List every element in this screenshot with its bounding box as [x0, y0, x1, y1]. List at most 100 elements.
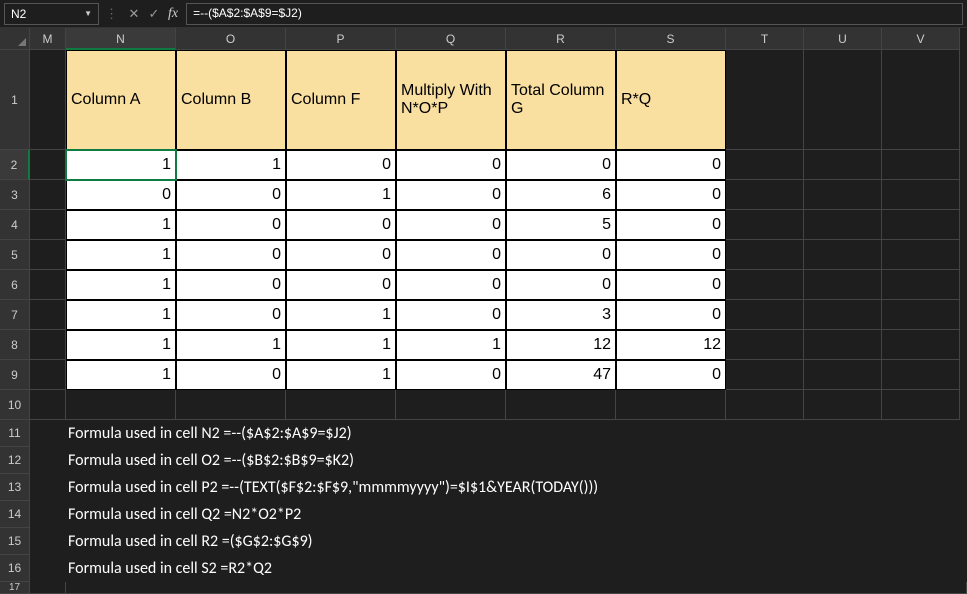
cell-T7[interactable] — [726, 300, 804, 330]
cell-M3[interactable] — [30, 180, 66, 210]
cell-O9[interactable]: 0 — [176, 360, 286, 390]
cell-P3[interactable]: 1 — [286, 180, 396, 210]
cell-N16[interactable]: Formula used in cell S2 =R2*Q2 — [66, 555, 967, 582]
cell-N12[interactable]: Formula used in cell O2 =--($B$2:$B$9=$K… — [66, 447, 967, 474]
cell-S1[interactable]: R*Q — [616, 50, 726, 150]
row-header-11[interactable]: 11 — [0, 420, 30, 447]
cell-S10[interactable] — [616, 390, 726, 420]
row-header-1[interactable]: 1 — [0, 50, 30, 150]
cell-M4[interactable] — [30, 210, 66, 240]
cell-O1[interactable]: Column B — [176, 50, 286, 150]
cell-O2[interactable]: 1 — [176, 150, 286, 180]
cell-S4[interactable]: 0 — [616, 210, 726, 240]
cell-V4[interactable] — [882, 210, 960, 240]
cell-U6[interactable] — [804, 270, 882, 300]
cell-S7[interactable]: 0 — [616, 300, 726, 330]
cell-T4[interactable] — [726, 210, 804, 240]
cell-U5[interactable] — [804, 240, 882, 270]
row-header-7[interactable]: 7 — [0, 300, 30, 330]
name-box[interactable]: N2 ▼ — [4, 3, 99, 25]
cell-M14[interactable] — [30, 501, 66, 528]
cell-N17[interactable] — [66, 582, 967, 594]
cell-U10[interactable] — [804, 390, 882, 420]
row-header-13[interactable]: 13 — [0, 474, 30, 501]
col-header-R[interactable]: R — [506, 28, 616, 50]
col-header-U[interactable]: U — [804, 28, 882, 50]
row-header-6[interactable]: 6 — [0, 270, 30, 300]
cell-U1[interactable] — [804, 50, 882, 150]
cell-T2[interactable] — [726, 150, 804, 180]
cell-R8[interactable]: 12 — [506, 330, 616, 360]
cell-N10[interactable] — [66, 390, 176, 420]
cell-R1[interactable]: Total Column G — [506, 50, 616, 150]
cell-N4[interactable]: 1 — [66, 210, 176, 240]
cell-O10[interactable] — [176, 390, 286, 420]
cell-R2[interactable]: 0 — [506, 150, 616, 180]
cell-M11[interactable] — [30, 420, 66, 447]
row-header-8[interactable]: 8 — [0, 330, 30, 360]
row-header-15[interactable]: 15 — [0, 528, 30, 555]
cell-T9[interactable] — [726, 360, 804, 390]
cell-P7[interactable]: 1 — [286, 300, 396, 330]
cell-R5[interactable]: 0 — [506, 240, 616, 270]
cell-U7[interactable] — [804, 300, 882, 330]
cell-V5[interactable] — [882, 240, 960, 270]
cell-P8[interactable]: 1 — [286, 330, 396, 360]
cell-O8[interactable]: 1 — [176, 330, 286, 360]
cell-V10[interactable] — [882, 390, 960, 420]
cell-O6[interactable]: 0 — [176, 270, 286, 300]
row-header-17[interactable]: 17 — [0, 582, 30, 594]
cell-M9[interactable] — [30, 360, 66, 390]
cancel-formula-button[interactable]: ✕ — [124, 6, 144, 22]
cell-U4[interactable] — [804, 210, 882, 240]
cell-T1[interactable] — [726, 50, 804, 150]
cell-P9[interactable]: 1 — [286, 360, 396, 390]
cell-N15[interactable]: Formula used in cell R2 =($G$2:$G$9) — [66, 528, 967, 555]
row-header-14[interactable]: 14 — [0, 501, 30, 528]
cell-Q7[interactable]: 0 — [396, 300, 506, 330]
cell-Q10[interactable] — [396, 390, 506, 420]
cell-M2[interactable] — [30, 150, 66, 180]
cell-Q6[interactable]: 0 — [396, 270, 506, 300]
cell-U8[interactable] — [804, 330, 882, 360]
cell-S5[interactable]: 0 — [616, 240, 726, 270]
row-header-12[interactable]: 12 — [0, 447, 30, 474]
cell-Q5[interactable]: 0 — [396, 240, 506, 270]
cell-M15[interactable] — [30, 528, 66, 555]
cell-S9[interactable]: 0 — [616, 360, 726, 390]
formula-input[interactable]: =--($A$2:$A$9=$J2) — [186, 3, 963, 25]
cell-T3[interactable] — [726, 180, 804, 210]
cell-V2[interactable] — [882, 150, 960, 180]
cell-R3[interactable]: 6 — [506, 180, 616, 210]
col-header-S[interactable]: S — [616, 28, 726, 50]
cell-P1[interactable]: Column F — [286, 50, 396, 150]
cell-Q9[interactable]: 0 — [396, 360, 506, 390]
row-header-3[interactable]: 3 — [0, 180, 30, 210]
cell-O3[interactable]: 0 — [176, 180, 286, 210]
cell-R6[interactable]: 0 — [506, 270, 616, 300]
row-header-5[interactable]: 5 — [0, 240, 30, 270]
col-header-O[interactable]: O — [176, 28, 286, 50]
cell-N11[interactable]: Formula used in cell N2 =--($A$2:$A$9=$J… — [66, 420, 967, 447]
cell-R10[interactable] — [506, 390, 616, 420]
cell-T10[interactable] — [726, 390, 804, 420]
cell-M5[interactable] — [30, 240, 66, 270]
cell-O5[interactable]: 0 — [176, 240, 286, 270]
cell-N9[interactable]: 1 — [66, 360, 176, 390]
row-header-2[interactable]: 2 — [0, 150, 30, 180]
cell-S3[interactable]: 0 — [616, 180, 726, 210]
row-header-10[interactable]: 10 — [0, 390, 30, 420]
cell-U9[interactable] — [804, 360, 882, 390]
cell-S2[interactable]: 0 — [616, 150, 726, 180]
cell-P6[interactable]: 0 — [286, 270, 396, 300]
cell-M1[interactable] — [30, 50, 66, 150]
cell-V9[interactable] — [882, 360, 960, 390]
cell-N5[interactable]: 1 — [66, 240, 176, 270]
col-header-Q[interactable]: Q — [396, 28, 506, 50]
fx-icon[interactable]: fx — [168, 6, 178, 22]
cell-U3[interactable] — [804, 180, 882, 210]
cell-N13[interactable]: Formula used in cell P2 =--(TEXT($F$2:$F… — [66, 474, 967, 501]
cell-N3[interactable]: 0 — [66, 180, 176, 210]
col-header-T[interactable]: T — [726, 28, 804, 50]
row-header-4[interactable]: 4 — [0, 210, 30, 240]
